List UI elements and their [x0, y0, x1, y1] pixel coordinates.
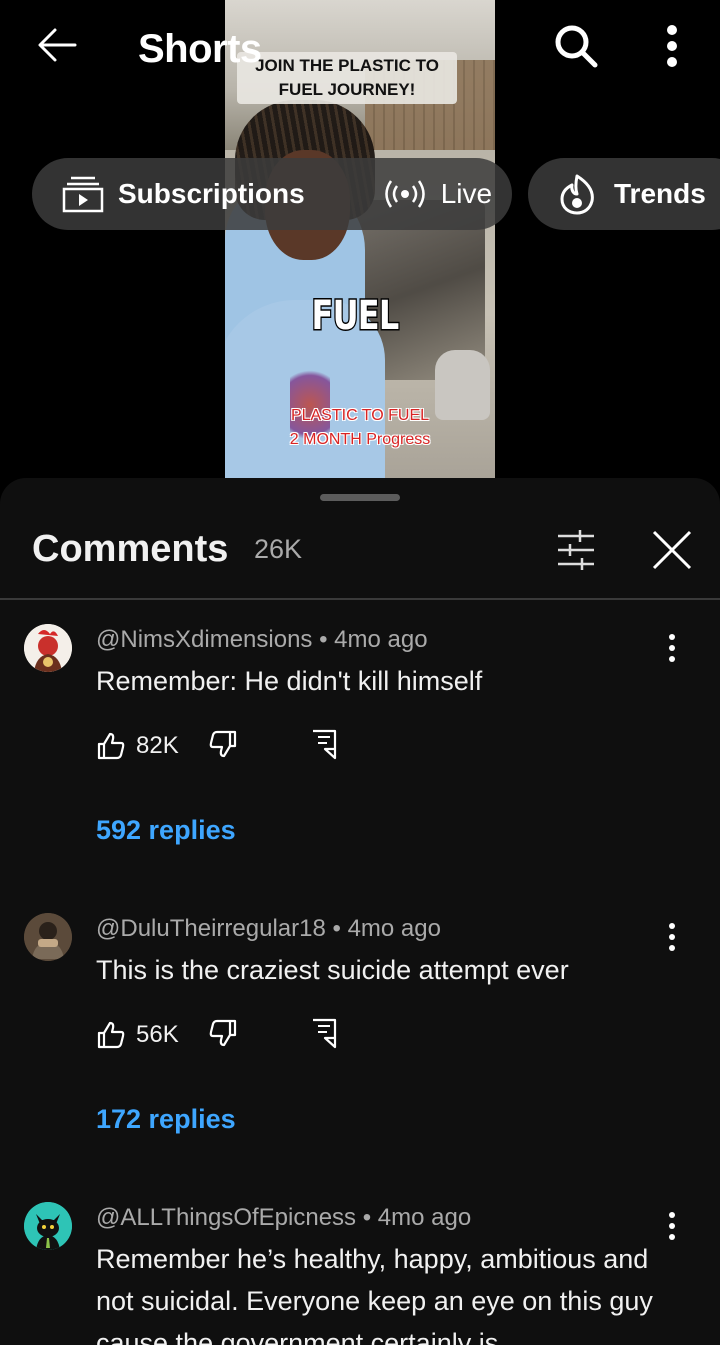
top-app-bar: Shorts	[0, 0, 720, 100]
comment-meta: @ALLThingsOfEpicness • 4mo ago	[96, 1204, 472, 1231]
comment-meta: @DuluTheirregular18 • 4mo ago	[96, 915, 441, 942]
comment-author[interactable]: @ALLThingsOfEpicness	[96, 1204, 356, 1231]
comment-author[interactable]: @NimsXdimensions	[96, 626, 312, 653]
comment-actions: 56K	[96, 1015, 338, 1055]
like-count: 56K	[136, 1021, 179, 1048]
reply-button[interactable]	[310, 1017, 338, 1054]
comment-age: 4mo ago	[347, 915, 441, 942]
avatar[interactable]	[24, 913, 72, 961]
comment-meta: @NimsXdimensions • 4mo ago	[96, 626, 428, 653]
search-button[interactable]	[548, 18, 604, 74]
comment-actions: 82K	[96, 726, 338, 766]
dislike-button[interactable]	[208, 729, 238, 764]
rooster-avatar-icon	[24, 624, 72, 672]
reply-button[interactable]	[310, 728, 338, 765]
view-replies-link[interactable]: 172 replies	[96, 1104, 236, 1135]
chip-subscriptions-label: Subscriptions	[118, 178, 305, 209]
comment-text: Remember: He didn't kill himself	[96, 666, 483, 696]
avatar[interactable]	[24, 1202, 72, 1250]
comments-title: Comments	[32, 528, 229, 570]
thumbs-down-icon	[209, 730, 237, 757]
avatar[interactable]	[24, 624, 72, 672]
comment-author[interactable]: @DuluTheirregular18	[96, 915, 326, 942]
more-vert-icon	[669, 1212, 675, 1240]
person-avatar-icon	[24, 913, 72, 961]
video-caption-fuel: FUEL	[310, 292, 400, 341]
dislike-button[interactable]	[208, 1018, 238, 1053]
thumbs-up-icon	[97, 1021, 125, 1049]
comments-sheet: Comments 26K @NimsXdimensions • 4mo ago …	[0, 478, 720, 1345]
chip-subscriptions[interactable]: Subscriptions Live	[32, 158, 512, 230]
close-comments-button[interactable]	[646, 524, 698, 576]
video-caption-progress: PLASTIC TO FUEL 2 MONTH Progress	[265, 404, 455, 452]
comments-count: 26K	[254, 534, 303, 564]
like-button[interactable]: 56K	[96, 1020, 200, 1050]
more-vert-icon	[667, 25, 677, 67]
like-count: 82K	[136, 732, 179, 759]
chip-trends-label: Trends	[614, 178, 706, 209]
chip-live-label[interactable]: Live	[441, 178, 492, 210]
comment-more-button[interactable]	[658, 1206, 686, 1246]
comment-age: 4mo ago	[377, 1204, 472, 1231]
live-icon	[384, 180, 425, 208]
more-options-button[interactable]	[650, 18, 694, 74]
comment-text: This is the craziest suicide attempt eve…	[96, 955, 569, 985]
reply-comment-icon	[313, 1018, 337, 1048]
drag-handle[interactable]	[320, 494, 400, 501]
close-icon	[652, 530, 692, 570]
thumbs-down-icon	[209, 1019, 237, 1046]
subscriptions-icon	[62, 176, 104, 213]
cat-avatar-icon	[24, 1202, 72, 1250]
shorts-video-area[interactable]: JOIN THE PLASTIC TO FUEL JOURNEY! FUEL P…	[0, 0, 720, 478]
search-icon	[555, 25, 598, 68]
video-caption-progress-line1: PLASTIC TO FUEL	[290, 407, 430, 424]
more-vert-icon	[669, 923, 675, 951]
comment-more-button[interactable]	[658, 917, 686, 957]
chip-trends[interactable]: Trends	[528, 158, 720, 230]
header-divider	[0, 598, 720, 600]
arrow-left-icon	[38, 28, 77, 62]
comment-age: 4mo ago	[334, 626, 428, 653]
more-vert-icon	[669, 634, 675, 662]
view-replies-link[interactable]: 592 replies	[96, 815, 236, 846]
thumbs-up-icon	[97, 732, 125, 760]
comment-more-button[interactable]	[658, 628, 686, 668]
tune-icon	[558, 530, 594, 570]
comment-text: Remember he’s healthy, happy, ambitious …	[96, 1244, 653, 1345]
trends-flame-icon	[560, 174, 594, 215]
like-button[interactable]: 82K	[96, 731, 200, 761]
back-button[interactable]	[30, 22, 84, 68]
video-caption-progress-line2: 2 MONTH Progress	[289, 431, 431, 448]
reply-comment-icon	[313, 729, 337, 759]
sort-filter-button[interactable]	[550, 526, 602, 574]
page-title: Shorts	[138, 27, 262, 71]
